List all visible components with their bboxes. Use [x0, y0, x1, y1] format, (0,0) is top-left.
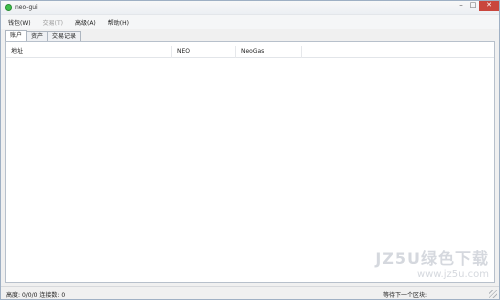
column-header-neo[interactable]: NEO — [172, 46, 236, 58]
watermark-main-text: JZ5U绿色下载 — [375, 249, 489, 268]
window-controls: – □ ✕ — [455, 1, 499, 11]
watermark-url-text: www.jz5u.com — [416, 269, 489, 280]
status-connections-label: 连接数: — [39, 292, 60, 299]
tab-assets[interactable]: 资产 — [26, 31, 49, 41]
maximize-button[interactable]: □ — [467, 1, 479, 11]
tab-accounts[interactable]: 账户 — [5, 30, 28, 41]
menu-bar: 钱包(W) 交易(T) 高级(A) 帮助(H) — [1, 15, 499, 29]
app-window: neo-gui – □ ✕ 钱包(W) 交易(T) 高级(A) 帮助(H) 账户… — [0, 0, 500, 300]
status-block-info: 高度: 0/0/0 连接数: 0 — [6, 290, 65, 299]
status-connections-value: 0 — [61, 292, 66, 299]
menu-advanced[interactable]: 高级(A) — [75, 18, 96, 27]
column-header-address[interactable]: 地址 — [6, 46, 172, 58]
column-header-filler — [302, 46, 494, 58]
tab-transactions[interactable]: 交易记录 — [47, 31, 82, 41]
menu-wallet[interactable]: 钱包(W) — [8, 18, 31, 27]
status-next-block: 等待下一个区块: — [383, 292, 428, 299]
menu-help[interactable]: 帮助(H) — [108, 18, 129, 27]
status-height-value: 0/0/0 — [21, 292, 38, 299]
accounts-list-header: 地址 NEO NeoGas — [6, 46, 494, 58]
watermark-logo: JZ5U绿色下载 www.jz5u.com — [375, 245, 489, 280]
neo-app-icon — [5, 4, 12, 11]
column-header-neogas[interactable]: NeoGas — [236, 46, 302, 58]
title-bar[interactable]: neo-gui – □ ✕ — [1, 1, 499, 15]
window-title: neo-gui — [15, 4, 38, 11]
minimize-button[interactable]: – — [455, 1, 467, 11]
close-button[interactable]: ✕ — [479, 1, 499, 11]
status-bar: 高度: 0/0/0 连接数: 0 等待下一个区块: — [1, 286, 499, 299]
resize-grip-icon[interactable] — [489, 290, 497, 298]
menu-transaction: 交易(T) — [42, 19, 63, 27]
main-tabs: 账户 资产 交易记录 — [5, 30, 82, 41]
status-height-label: 高度: — [6, 292, 21, 299]
